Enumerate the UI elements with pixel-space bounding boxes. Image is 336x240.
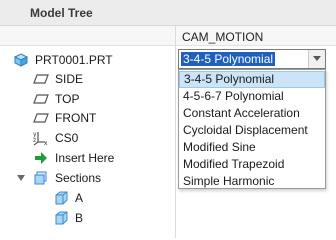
tree-item-label: PRT0001.PRT [35,53,113,67]
insert-arrow-icon [33,150,49,166]
svg-text:x: x [44,140,48,146]
dropdown-option[interactable]: Cycloidal Displacement [179,122,325,139]
tree-item-label: CS0 [55,131,79,145]
datum-plane-icon [33,71,49,87]
cam-motion-select[interactable]: 3-4-5 Polynomial [178,49,326,69]
tree-item-insert-here[interactable]: Insert Here [33,148,114,168]
tree-item-label: Sections [55,171,102,185]
tree-item-label: TOP [55,92,80,106]
tree-item-side[interactable]: SIDE [33,69,83,89]
panel-title-bar: Model Tree [0,0,336,26]
dropdown-option[interactable]: Simple Harmonic [179,173,325,190]
tree-item-sections[interactable]: Sections [33,168,101,188]
tree-item-label: FRONT [55,111,97,125]
column-divider [175,26,176,238]
datum-plane-icon [33,91,49,107]
dropdown-arrow-icon[interactable] [308,50,325,68]
tree-item-cs0[interactable]: y z x CS0 [33,128,78,148]
tree-item-section-b[interactable]: B [53,208,83,228]
part-icon [13,52,29,68]
cam-motion-select-value: 3-4-5 Polynomial [181,52,276,66]
collapse-sections-icon[interactable] [16,173,26,183]
tree-item-root[interactable]: PRT0001.PRT [13,50,113,70]
svg-text:z: z [33,137,36,144]
dropdown-option[interactable]: Constant Acceleration [179,105,325,122]
dropdown-option[interactable]: 3-4-5 Polynomial [179,71,325,88]
panel-title: Model Tree [30,6,93,20]
tree-item-label: SIDE [55,72,84,86]
column-header-cam-motion[interactable]: CAM_MOTION [182,30,263,44]
cam-motion-dropdown-list: 3-4-5 Polynomial 4-5-6-7 Polynomial Cons… [178,69,326,189]
dropdown-option[interactable]: Modified Trapezoid [179,156,325,173]
dropdown-option[interactable]: Modified Sine [179,139,325,156]
tree-item-label: B [75,211,84,225]
sections-folder-icon [33,170,49,186]
datum-plane-icon [33,110,49,126]
tree-item-label: A [75,191,84,205]
tree-item-label: Insert Here [55,151,115,165]
dropdown-option[interactable]: 4-5-6-7 Polynomial [179,88,325,105]
tree-item-section-a[interactable]: A [53,188,83,208]
tree-item-top[interactable]: TOP [33,89,79,109]
column-header-row: CAM_MOTION [0,26,336,46]
section-icon [53,190,69,206]
section-icon [53,210,69,226]
tree-item-front[interactable]: FRONT [33,108,96,128]
coordinate-system-icon: y z x [33,130,49,146]
